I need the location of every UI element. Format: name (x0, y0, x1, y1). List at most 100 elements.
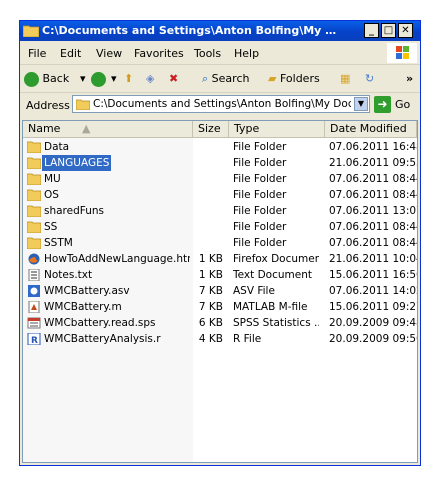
file-row[interactable]: Notes.txt 1 KB Text Document 15.06.2011 16:… (23, 267, 417, 283)
views-icon[interactable]: ▦ (340, 70, 350, 88)
address-dropdown[interactable]: ▼ (354, 97, 368, 111)
folder-icon (27, 221, 42, 234)
file-size (193, 235, 223, 251)
file-size (193, 139, 223, 155)
file-name-cell[interactable]: MU (27, 171, 190, 187)
file-date: 21.06.2011 09:55 (329, 157, 418, 169)
file-row[interactable]: WMCBattery.m 7 KB MATLAB M-file 15.06.2011 … (23, 299, 417, 315)
file-name: SSTM (44, 237, 73, 249)
close-button[interactable]: ✕ (398, 23, 413, 38)
file-name: MU (44, 173, 61, 185)
file-date: 07.06.2011 08:44 (329, 237, 418, 249)
file-size (193, 171, 223, 187)
file-name-cell[interactable]: WMCBattery.m (27, 299, 190, 315)
forward-dropdown[interactable]: ▾ (111, 70, 117, 88)
folder-icon (76, 99, 90, 110)
file-name-cell[interactable]: SSTM (27, 235, 190, 251)
search-icon: ⌕ (202, 72, 209, 85)
column-header-date[interactable]: Date Modified (325, 121, 417, 137)
file-row[interactable]: WMCbattery.read.sps 6 KB SPSS Statistics .… (23, 315, 417, 331)
go-arrow-icon: ➜ (374, 96, 391, 113)
menu-favorites[interactable]: Favorites (134, 47, 184, 60)
file-row[interactable]: R WMCBatteryAnalysis.r 4 KB R File 20.09.200… (23, 331, 417, 347)
file-row[interactable]: LANGUAGES File Folder 21.06.2011 09:55 (23, 155, 417, 171)
menu-bar: File Edit View Favorites Tools Help (20, 42, 420, 65)
file-size: 4 KB (198, 333, 223, 345)
file-row[interactable]: HowToAddNewLanguage.html 1 KB Firefox Docu… (23, 251, 417, 267)
file-type: MATLAB M-file (233, 301, 308, 313)
move-to-icon[interactable]: ◈ (146, 70, 154, 88)
list-header: Name ▲ Size Type Date Modified (23, 121, 417, 138)
file-date: 15.06.2011 09:27 (329, 301, 418, 313)
back-dropdown[interactable]: ▾ (80, 70, 86, 88)
file-name-cell[interactable]: sharedFuns (27, 203, 190, 219)
column-header-type[interactable]: Type (229, 121, 325, 137)
column-header-size[interactable]: Size (193, 121, 229, 137)
file-name: LANGUAGES (42, 155, 112, 171)
go-button[interactable]: ➜ Go (374, 96, 418, 114)
minimize-button[interactable]: _ (364, 23, 379, 38)
toolbar-overflow[interactable]: » (406, 70, 413, 88)
up-folder-icon[interactable]: ⬆ (124, 70, 133, 88)
file-date: 07.06.2011 08:44 (329, 221, 418, 233)
file-row[interactable]: OS File Folder 07.06.2011 08:44 (23, 187, 417, 203)
file-row[interactable]: sharedFuns File Folder 07.06.2011 13:07 (23, 203, 417, 219)
menu-edit[interactable]: Edit (60, 47, 81, 60)
sort-ascending-icon: ▲ (81, 122, 91, 135)
menu-file[interactable]: File (28, 47, 46, 60)
menu-view[interactable]: View (96, 47, 122, 60)
folder-icon (27, 173, 42, 186)
file-type: R File (233, 333, 262, 345)
file-type: File Folder (233, 189, 287, 201)
title-bar[interactable]: C:\Documents and Settings\Anton Bolfing\… (20, 21, 420, 41)
file-row[interactable]: SSTM File Folder 07.06.2011 08:44 (23, 235, 417, 251)
file-type: ASV File (233, 285, 275, 297)
file-type: File Folder (233, 173, 287, 185)
file-row[interactable]: WMCBattery.asv 7 KB ASV File 07.06.2011 14:… (23, 283, 417, 299)
folder-icon (27, 189, 42, 202)
forward-button[interactable] (91, 70, 106, 88)
folder-icon (27, 205, 42, 218)
maximize-button[interactable]: □ (381, 23, 396, 38)
file-type: File Folder (233, 237, 287, 249)
file-name-cell[interactable]: Data (27, 139, 190, 155)
file-type: File Folder (233, 157, 287, 169)
file-size (193, 203, 223, 219)
menu-help[interactable]: Help (234, 47, 259, 60)
file-name-cell[interactable]: WMCbattery.read.sps (27, 315, 190, 331)
svg-text:R: R (31, 336, 38, 345)
file-name-cell[interactable]: OS (27, 187, 190, 203)
file-row[interactable]: MU File Folder 07.06.2011 08:44 (23, 171, 417, 187)
back-button[interactable]: Back (24, 70, 69, 88)
address-field[interactable]: C:\Documents and Settings\Anton Bolfing\… (72, 95, 370, 113)
file-name-cell[interactable]: SS (27, 219, 190, 235)
address-value: C:\Documents and Settings\Anton Bolfing\… (93, 98, 351, 110)
file-type: File Folder (233, 205, 287, 217)
folders-button[interactable]: ▰ Folders (268, 70, 320, 88)
file-size: 7 KB (198, 285, 223, 297)
column-header-name[interactable]: Name ▲ (23, 121, 193, 137)
file-type: Text Document (233, 269, 312, 281)
delete-icon[interactable]: ✖ (169, 70, 178, 88)
refresh-icon[interactable]: ↻ (365, 70, 374, 88)
file-name-cell[interactable]: R WMCBatteryAnalysis.r (27, 331, 190, 347)
address-bar: Address C:\Documents and Settings\Anton … (20, 93, 420, 117)
file-size (193, 219, 223, 235)
file-name: SS (44, 221, 58, 233)
menu-tools[interactable]: Tools (194, 47, 221, 60)
file-list[interactable]: Name ▲ Size Type Date Modified Data File … (22, 120, 418, 463)
file-name: WMCBatteryAnalysis.r (44, 333, 161, 345)
file-name-cell[interactable]: WMCBattery.asv (27, 283, 190, 299)
file-size: 7 KB (198, 301, 223, 313)
file-row[interactable]: SS File Folder 07.06.2011 08:44 (23, 219, 417, 235)
back-arrow-icon (24, 71, 39, 87)
spss-file-icon (27, 317, 41, 329)
file-row[interactable]: Data File Folder 07.06.2011 16:48 (23, 139, 417, 155)
file-type: Firefox Document (233, 253, 319, 265)
search-button[interactable]: ⌕ Search (202, 70, 249, 88)
file-name: sharedFuns (44, 205, 105, 217)
file-name-cell[interactable]: HowToAddNewLanguage.html (27, 251, 190, 267)
file-name-cell[interactable]: Notes.txt (27, 267, 190, 283)
file-name-cell[interactable]: LANGUAGES (27, 155, 190, 171)
r-file-icon: R (27, 332, 41, 346)
